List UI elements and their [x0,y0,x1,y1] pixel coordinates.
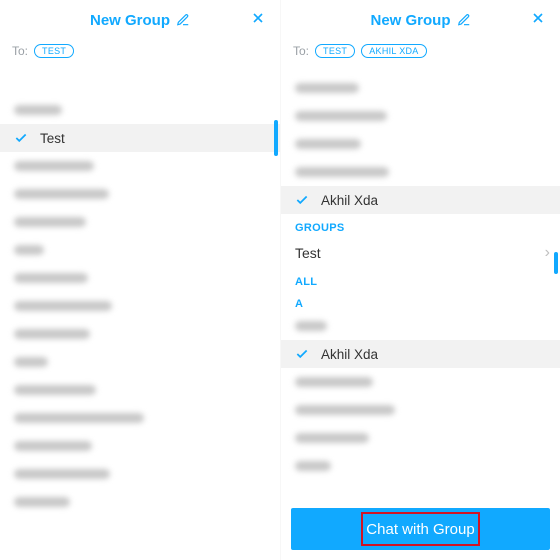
group-item-label: Test [295,245,321,261]
list-item[interactable] [281,396,560,424]
list-item[interactable] [0,236,280,264]
list-item[interactable] [281,74,560,102]
check-icon [295,193,311,207]
list-item-selected[interactable]: Akhil Xda [281,340,560,368]
left-panel: New Group To: TEST Test [0,0,280,560]
section-groups: GROUPS [281,214,560,238]
list-item[interactable] [0,152,280,180]
check-icon [295,347,311,361]
chip-akhil[interactable]: AKHIL XDA [361,44,426,58]
list-item-label: Akhil Xda [321,193,378,208]
close-icon[interactable] [250,10,266,26]
cta-wrap: Chat with Group [291,508,550,550]
to-row: To: TEST AKHIL XDA [281,40,560,68]
letter-header: A [281,292,560,312]
right-panel: New Group To: TEST AKHIL XDA Akhil Xda [280,0,560,560]
to-label: To: [12,44,28,58]
contact-list: Test [0,96,280,516]
list-item[interactable] [0,432,280,460]
list-item[interactable] [0,488,280,516]
list-item[interactable] [0,208,280,236]
chip-test[interactable]: TEST [34,44,74,58]
check-icon [14,131,30,145]
list-item-label: Akhil Xda [321,347,378,362]
list-item[interactable] [281,158,560,186]
header: New Group [0,0,280,40]
list-item-label: Test [40,131,65,146]
to-label: To: [293,44,309,58]
section-all: ALL [281,268,560,292]
pencil-icon[interactable] [176,13,190,27]
chevron-right-icon: › [545,244,550,262]
header: New Group [281,0,560,40]
list-item[interactable] [0,96,280,124]
group-item[interactable]: Test › [281,238,560,268]
list-item-selected[interactable]: Akhil Xda [281,186,560,214]
list-item[interactable] [0,404,280,432]
list-item[interactable] [0,348,280,376]
list-item[interactable] [281,130,560,158]
list-item[interactable] [0,320,280,348]
close-icon[interactable] [530,10,546,26]
list-item[interactable] [0,376,280,404]
list-item[interactable] [281,102,560,130]
list-item[interactable] [0,292,280,320]
list-item[interactable] [281,452,560,480]
list-item-selected[interactable]: Test [0,124,280,152]
scroll-indicator[interactable] [274,120,278,156]
list-item[interactable] [0,460,280,488]
list-item[interactable] [281,312,560,340]
contact-list: Akhil Xda GROUPS Test › ALL A Akhil Xda [281,74,560,480]
list-item[interactable] [281,368,560,396]
chip-test[interactable]: TEST [315,44,355,58]
scroll-indicator[interactable] [554,252,558,274]
list-item[interactable] [0,180,280,208]
page-title: New Group [90,12,170,29]
list-item[interactable] [281,424,560,452]
chat-with-group-button[interactable]: Chat with Group [291,508,550,550]
to-row: To: TEST [0,40,280,68]
pencil-icon[interactable] [457,13,471,27]
cta-label: Chat with Group [366,521,474,538]
page-title: New Group [370,12,450,29]
list-item[interactable] [0,264,280,292]
